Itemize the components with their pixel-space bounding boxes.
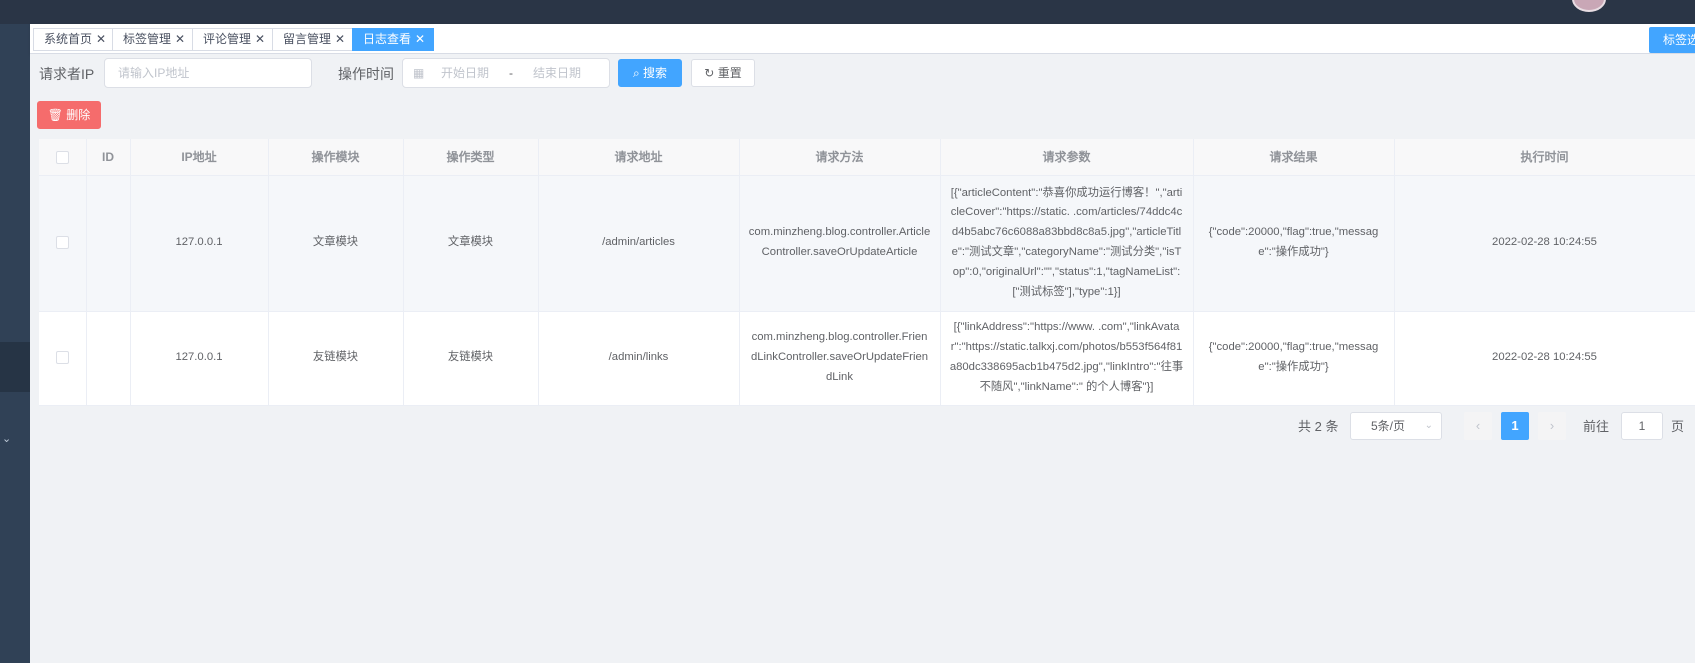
column-header: IP地址 bbox=[130, 139, 269, 176]
log-table: ID IP地址 操作模块 操作类型 请求地址 请求方法 请求参数 请求结果 执行… bbox=[39, 139, 1695, 406]
close-icon[interactable]: ✕ bbox=[96, 32, 106, 46]
cell-type: 文章模块 bbox=[403, 175, 539, 312]
ip-search-input[interactable] bbox=[118, 66, 298, 80]
date-range-picker[interactable]: ▦ 开始日期 - 结束日期 bbox=[402, 58, 610, 88]
calendar-icon: ▦ bbox=[413, 66, 425, 80]
row-select-cell[interactable] bbox=[39, 311, 87, 406]
select-all-checkbox[interactable] bbox=[55, 150, 69, 164]
cell-params: [{"articleContent":"恭喜你成功运行博客！","article… bbox=[940, 175, 1194, 312]
column-header: 请求方法 bbox=[739, 139, 941, 176]
close-icon[interactable]: ✕ bbox=[335, 32, 345, 46]
tab-system-home[interactable]: 系统首页 ✕ bbox=[33, 28, 116, 51]
top-navbar bbox=[0, 0, 1695, 24]
select-all-cell[interactable] bbox=[39, 139, 87, 176]
tab-message-management[interactable]: 留言管理 ✕ bbox=[272, 28, 355, 51]
cell-module: 友链模块 bbox=[268, 311, 404, 406]
next-page-button[interactable]: › bbox=[1538, 412, 1566, 440]
tab-label: 评论管理 bbox=[203, 32, 252, 46]
user-avatar[interactable] bbox=[1572, 0, 1606, 12]
chevron-down-icon[interactable]: ⌄ bbox=[2, 432, 11, 445]
search-icon: ⌕ bbox=[632, 66, 640, 80]
trash-icon: 🗑 bbox=[47, 108, 63, 122]
cell-ip: 127.0.0.1 bbox=[130, 175, 269, 312]
page-size-select[interactable]: 5条/页 ⌄ bbox=[1350, 412, 1442, 440]
goto-label: 前往 bbox=[1583, 419, 1610, 434]
cell-result: {"code":20000,"flag":true,"message":"操作成… bbox=[1193, 175, 1395, 312]
sidebar-active-item[interactable] bbox=[0, 342, 30, 392]
main-content: 请求者IP 操作时间 ▦ 开始日期 - 结束日期 ⌕ 搜索 ↻ 重置 🗑 删除 … bbox=[30, 54, 1695, 663]
tab-tag-management[interactable]: 标签管理 ✕ bbox=[112, 28, 195, 51]
cell-time: 2022-02-28 10:24:55 bbox=[1394, 311, 1695, 406]
column-header: 执行时间 bbox=[1394, 139, 1695, 176]
cell-id bbox=[86, 311, 131, 406]
chevron-down-icon: ⌄ bbox=[1424, 420, 1433, 431]
tag-options-dropdown[interactable]: 标签选项 ⌄ bbox=[1649, 27, 1695, 53]
cell-result: {"code":20000,"flag":true,"message":"操作成… bbox=[1193, 311, 1395, 406]
cell-method: com.minzheng.blog.controller.FriendLinkC… bbox=[739, 311, 941, 406]
prev-page-button[interactable]: ‹ bbox=[1464, 412, 1492, 440]
page-size-value: 5条/页 bbox=[1371, 419, 1406, 433]
column-header: 操作模块 bbox=[268, 139, 404, 176]
pagination-total: 共 2 条 bbox=[1298, 419, 1339, 434]
reset-button[interactable]: ↻ 重置 bbox=[691, 59, 755, 87]
tab-label: 标签管理 bbox=[123, 32, 172, 46]
tags-view-bar: 系统首页✕ 标签管理✕ 评论管理✕ 留言管理✕ 日志查看✕ 标签选项 ⌄ bbox=[30, 24, 1695, 54]
tag-options-label: 标签选项 bbox=[1663, 33, 1695, 47]
cell-params: [{"linkAddress":"https://www. .com","lin… bbox=[940, 311, 1194, 406]
cell-url: /admin/links bbox=[538, 311, 740, 406]
tab-comment-management[interactable]: 评论管理 ✕ bbox=[192, 28, 275, 51]
start-date-input[interactable]: 开始日期 bbox=[441, 59, 489, 87]
ip-filter-label: 请求者IP bbox=[39, 66, 95, 82]
column-header: ID bbox=[86, 139, 131, 176]
tab-log-view[interactable]: 日志查看 ✕ bbox=[352, 28, 435, 51]
close-icon[interactable]: ✕ bbox=[175, 32, 185, 46]
goto-page-input[interactable]: 1 bbox=[1621, 412, 1663, 440]
cell-module: 文章模块 bbox=[268, 175, 404, 312]
reset-button-label: 重置 bbox=[717, 66, 742, 80]
table-row[interactable]: 127.0.0.1 友链模块 友链模块 /admin/links com.min… bbox=[39, 311, 1695, 406]
column-header: 操作类型 bbox=[403, 139, 539, 176]
refresh-icon: ↻ bbox=[704, 66, 715, 80]
column-header: 请求结果 bbox=[1193, 139, 1395, 176]
ip-search-input-wrapper[interactable] bbox=[104, 58, 312, 88]
row-checkbox[interactable] bbox=[55, 235, 69, 249]
delete-button-label: 删除 bbox=[66, 108, 91, 122]
cell-url: /admin/articles bbox=[538, 175, 740, 312]
column-header: 请求地址 bbox=[538, 139, 740, 176]
column-header: 请求参数 bbox=[940, 139, 1194, 176]
page-suffix: 页 bbox=[1671, 419, 1685, 434]
tab-label: 留言管理 bbox=[283, 32, 332, 46]
sidebar: ⌄ bbox=[0, 24, 30, 663]
search-button[interactable]: ⌕ 搜索 bbox=[618, 59, 682, 87]
close-icon[interactable]: ✕ bbox=[255, 32, 265, 46]
end-date-input[interactable]: 结束日期 bbox=[533, 59, 581, 87]
row-select-cell[interactable] bbox=[39, 175, 87, 312]
cell-ip: 127.0.0.1 bbox=[130, 311, 269, 406]
cell-id bbox=[86, 175, 131, 312]
delete-button[interactable]: 🗑 删除 bbox=[37, 101, 101, 129]
cell-time: 2022-02-28 10:24:55 bbox=[1394, 175, 1695, 312]
tab-label: 日志查看 bbox=[363, 32, 412, 46]
table-header-row: ID IP地址 操作模块 操作类型 请求地址 请求方法 请求参数 请求结果 执行… bbox=[39, 139, 1695, 176]
range-separator: - bbox=[509, 66, 513, 80]
search-button-label: 搜索 bbox=[643, 66, 668, 80]
row-checkbox[interactable] bbox=[55, 350, 69, 364]
tab-label: 系统首页 bbox=[44, 32, 93, 46]
cell-method: com.minzheng.blog.controller.ArticleCont… bbox=[739, 175, 941, 312]
page-number-button[interactable]: 1 bbox=[1501, 412, 1529, 440]
table-row[interactable]: 127.0.0.1 文章模块 文章模块 /admin/articles com.… bbox=[39, 175, 1695, 312]
cell-type: 友链模块 bbox=[403, 311, 539, 406]
time-filter-label: 操作时间 bbox=[338, 66, 394, 82]
close-icon[interactable]: ✕ bbox=[415, 32, 425, 46]
